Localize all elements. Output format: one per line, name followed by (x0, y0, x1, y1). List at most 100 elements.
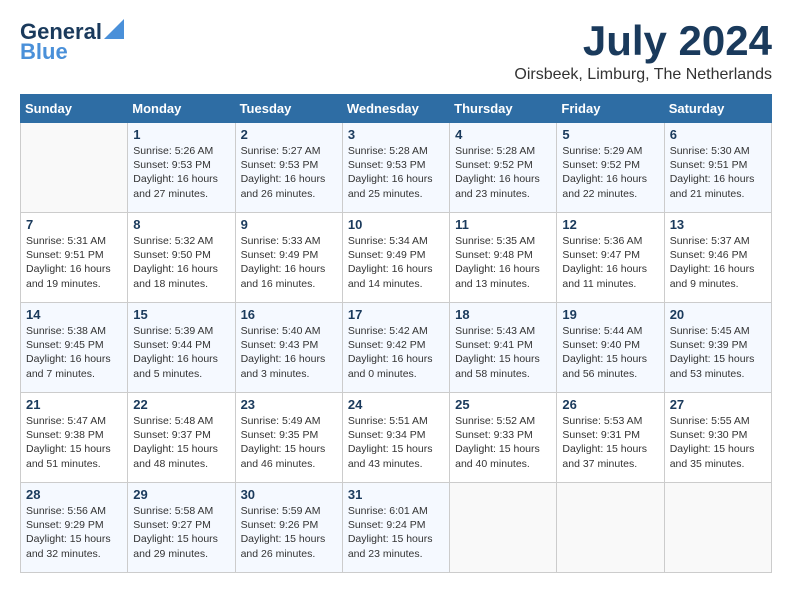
calendar-cell: 13 Sunrise: 5:37 AM Sunset: 9:46 PM Dayli… (664, 213, 771, 303)
day-info: Sunrise: 5:48 AM Sunset: 9:37 PM Dayligh… (133, 414, 229, 471)
day-number: 6 (670, 127, 766, 142)
day-number: 9 (241, 217, 337, 232)
calendar-cell: 30 Sunrise: 5:59 AM Sunset: 9:26 PM Dayli… (235, 483, 342, 573)
day-info: Sunrise: 5:52 AM Sunset: 9:33 PM Dayligh… (455, 414, 551, 471)
day-number: 31 (348, 487, 444, 502)
day-number: 16 (241, 307, 337, 322)
day-number: 30 (241, 487, 337, 502)
day-info: Sunrise: 5:39 AM Sunset: 9:44 PM Dayligh… (133, 324, 229, 381)
day-info: Sunrise: 5:49 AM Sunset: 9:35 PM Dayligh… (241, 414, 337, 471)
month-year-title: July 2024 (514, 20, 772, 62)
day-number: 29 (133, 487, 229, 502)
day-number: 24 (348, 397, 444, 412)
weekday-header-tuesday: Tuesday (235, 95, 342, 123)
calendar-cell: 23 Sunrise: 5:49 AM Sunset: 9:35 PM Dayli… (235, 393, 342, 483)
day-info: Sunrise: 5:26 AM Sunset: 9:53 PM Dayligh… (133, 144, 229, 201)
day-info: Sunrise: 5:35 AM Sunset: 9:48 PM Dayligh… (455, 234, 551, 291)
calendar-cell: 6Sunrise: 5:30 AM Sunset: 9:51 PM Daylig… (664, 123, 771, 213)
calendar-cell: 10Sunrise: 5:34 AM Sunset: 9:49 PM Dayli… (342, 213, 449, 303)
day-number: 17 (348, 307, 444, 322)
calendar-cell (557, 483, 664, 573)
calendar-cell: 11 Sunrise: 5:35 AM Sunset: 9:48 PM Dayli… (450, 213, 557, 303)
weekday-header-wednesday: Wednesday (342, 95, 449, 123)
calendar-cell: 8Sunrise: 5:32 AM Sunset: 9:50 PM Daylig… (128, 213, 235, 303)
day-info: Sunrise: 5:55 AM Sunset: 9:30 PM Dayligh… (670, 414, 766, 471)
calendar-cell: 24 Sunrise: 5:51 AM Sunset: 9:34 PM Dayli… (342, 393, 449, 483)
day-number: 12 (562, 217, 658, 232)
day-number: 20 (670, 307, 766, 322)
day-info: Sunrise: 5:51 AM Sunset: 9:34 PM Dayligh… (348, 414, 444, 471)
day-number: 5 (562, 127, 658, 142)
calendar-cell: 7 Sunrise: 5:31 AM Sunset: 9:51 PM Daylig… (21, 213, 128, 303)
calendar-table: SundayMondayTuesdayWednesdayThursdayFrid… (20, 94, 772, 573)
day-number: 19 (562, 307, 658, 322)
day-number: 15 (133, 307, 229, 322)
calendar-cell: 26 Sunrise: 5:53 AM Sunset: 9:31 PM Dayli… (557, 393, 664, 483)
day-info: Sunrise: 5:29 AM Sunset: 9:52 PM Dayligh… (562, 144, 658, 201)
day-info: Sunrise: 5:28 AM Sunset: 9:52 PM Dayligh… (455, 144, 551, 201)
weekday-header-thursday: Thursday (450, 95, 557, 123)
calendar-cell: 18 Sunrise: 5:43 AM Sunset: 9:41 PM Dayli… (450, 303, 557, 393)
day-info: Sunrise: 5:31 AM Sunset: 9:51 PM Dayligh… (26, 234, 122, 291)
calendar-cell (664, 483, 771, 573)
day-number: 14 (26, 307, 122, 322)
day-info: Sunrise: 5:45 AM Sunset: 9:39 PM Dayligh… (670, 324, 766, 381)
calendar-cell: 19 Sunrise: 5:44 AM Sunset: 9:40 PM Dayli… (557, 303, 664, 393)
day-info: Sunrise: 5:43 AM Sunset: 9:41 PM Dayligh… (455, 324, 551, 381)
day-info: Sunrise: 5:34 AM Sunset: 9:49 PM Dayligh… (348, 234, 444, 291)
day-number: 4 (455, 127, 551, 142)
title-section: July 2024 Oirsbeek, Limburg, The Netherl… (514, 20, 772, 84)
calendar-cell: 21 Sunrise: 5:47 AM Sunset: 9:38 PM Dayli… (21, 393, 128, 483)
calendar-week-row: 1 Sunrise: 5:26 AM Sunset: 9:53 PM Daylig… (21, 123, 772, 213)
day-number: 11 (455, 217, 551, 232)
day-info: Sunrise: 5:59 AM Sunset: 9:26 PM Dayligh… (241, 504, 337, 561)
day-info: Sunrise: 5:47 AM Sunset: 9:38 PM Dayligh… (26, 414, 122, 471)
calendar-cell: 12 Sunrise: 5:36 AM Sunset: 9:47 PM Dayli… (557, 213, 664, 303)
day-info: Sunrise: 5:40 AM Sunset: 9:43 PM Dayligh… (241, 324, 337, 381)
day-info: Sunrise: 5:32 AM Sunset: 9:50 PM Dayligh… (133, 234, 229, 291)
calendar-week-row: 28Sunrise: 5:56 AM Sunset: 9:29 PM Dayli… (21, 483, 772, 573)
calendar-cell: 3 Sunrise: 5:28 AM Sunset: 9:53 PM Daylig… (342, 123, 449, 213)
logo-icon (104, 19, 124, 39)
day-number: 13 (670, 217, 766, 232)
day-info: Sunrise: 5:58 AM Sunset: 9:27 PM Dayligh… (133, 504, 229, 561)
day-info: Sunrise: 5:28 AM Sunset: 9:53 PM Dayligh… (348, 144, 444, 201)
weekday-header-sunday: Sunday (21, 95, 128, 123)
calendar-cell: 31 Sunrise: 6:01 AM Sunset: 9:24 PM Dayli… (342, 483, 449, 573)
logo-text-blue: Blue (20, 40, 68, 64)
calendar-cell: 28Sunrise: 5:56 AM Sunset: 9:29 PM Dayli… (21, 483, 128, 573)
day-info: Sunrise: 5:42 AM Sunset: 9:42 PM Dayligh… (348, 324, 444, 381)
weekday-header-monday: Monday (128, 95, 235, 123)
calendar-cell: 29 Sunrise: 5:58 AM Sunset: 9:27 PM Dayli… (128, 483, 235, 573)
day-number: 25 (455, 397, 551, 412)
day-number: 7 (26, 217, 122, 232)
calendar-cell: 22Sunrise: 5:48 AM Sunset: 9:37 PM Dayli… (128, 393, 235, 483)
day-number: 23 (241, 397, 337, 412)
calendar-cell: 15 Sunrise: 5:39 AM Sunset: 9:44 PM Dayli… (128, 303, 235, 393)
calendar-cell (450, 483, 557, 573)
calendar-cell: 27Sunrise: 5:55 AM Sunset: 9:30 PM Dayli… (664, 393, 771, 483)
day-number: 18 (455, 307, 551, 322)
location-subtitle: Oirsbeek, Limburg, The Netherlands (514, 66, 772, 84)
page-header: General Blue July 2024 Oirsbeek, Limburg… (20, 20, 772, 84)
day-number: 21 (26, 397, 122, 412)
day-info: Sunrise: 5:37 AM Sunset: 9:46 PM Dayligh… (670, 234, 766, 291)
day-info: Sunrise: 6:01 AM Sunset: 9:24 PM Dayligh… (348, 504, 444, 561)
calendar-cell: 17 Sunrise: 5:42 AM Sunset: 9:42 PM Dayli… (342, 303, 449, 393)
day-info: Sunrise: 5:33 AM Sunset: 9:49 PM Dayligh… (241, 234, 337, 291)
day-info: Sunrise: 5:44 AM Sunset: 9:40 PM Dayligh… (562, 324, 658, 381)
day-info: Sunrise: 5:36 AM Sunset: 9:47 PM Dayligh… (562, 234, 658, 291)
weekday-header-friday: Friday (557, 95, 664, 123)
calendar-cell: 25 Sunrise: 5:52 AM Sunset: 9:33 PM Dayli… (450, 393, 557, 483)
day-number: 2 (241, 127, 337, 142)
calendar-cell: 20 Sunrise: 5:45 AM Sunset: 9:39 PM Dayli… (664, 303, 771, 393)
day-number: 3 (348, 127, 444, 142)
calendar-cell: 1 Sunrise: 5:26 AM Sunset: 9:53 PM Daylig… (128, 123, 235, 213)
calendar-cell: 14Sunrise: 5:38 AM Sunset: 9:45 PM Dayli… (21, 303, 128, 393)
logo: General Blue (20, 20, 124, 64)
day-number: 1 (133, 127, 229, 142)
calendar-cell (21, 123, 128, 213)
day-info: Sunrise: 5:53 AM Sunset: 9:31 PM Dayligh… (562, 414, 658, 471)
day-number: 26 (562, 397, 658, 412)
calendar-cell: 2Sunrise: 5:27 AM Sunset: 9:53 PM Daylig… (235, 123, 342, 213)
